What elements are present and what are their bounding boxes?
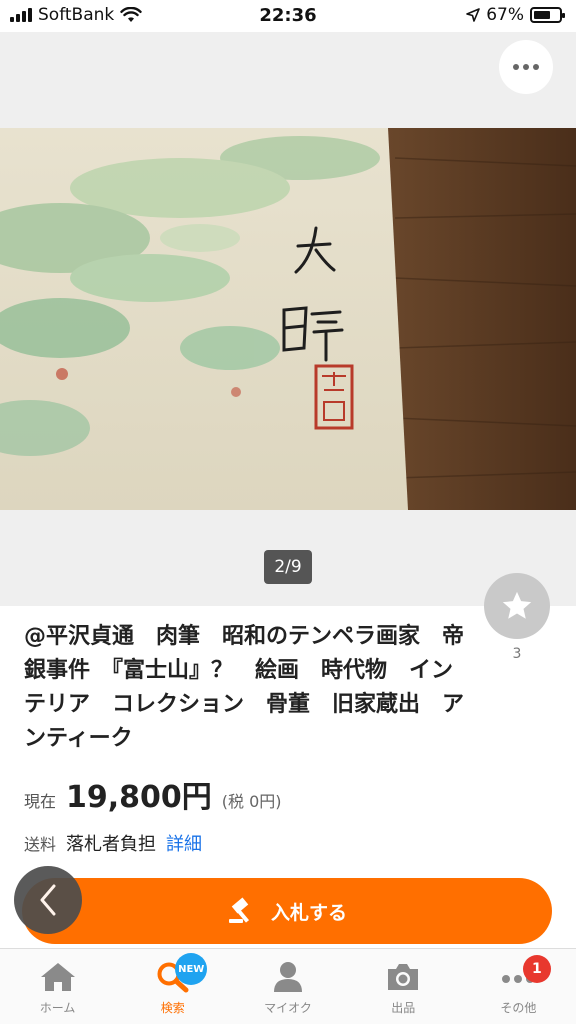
notification-badge: 1	[522, 955, 551, 983]
shipping-detail-link[interactable]: 詳細	[166, 830, 202, 856]
dot-icon	[533, 64, 539, 70]
tab-more[interactable]: その他 1	[461, 949, 576, 1024]
tab-label: 出品	[391, 1001, 416, 1015]
back-button[interactable]	[14, 866, 82, 934]
person-icon	[274, 962, 302, 992]
battery-icon	[530, 7, 565, 23]
price-label: 現在	[24, 792, 57, 811]
status-right: 67%	[466, 5, 565, 25]
bottom-tab-bar: ホーム 検索 NEW マイオク 出品 その他 1	[0, 948, 576, 1024]
price-row: 現在 19,800円 (税 0円)	[24, 772, 282, 816]
tab-home[interactable]: ホーム	[0, 949, 115, 1024]
star-icon	[502, 591, 532, 619]
chevron-left-icon	[40, 884, 56, 916]
tab-label: 検索	[160, 1001, 185, 1015]
battery-percent: 67%	[486, 5, 524, 25]
shipping-value: 落札者負担	[66, 834, 157, 855]
tab-search[interactable]: 検索 NEW	[115, 949, 230, 1024]
tax-amount: (税 0円)	[221, 792, 282, 811]
location-arrow-icon	[466, 8, 481, 22]
current-price: 19,800円	[66, 780, 212, 815]
more-options-button[interactable]	[499, 40, 553, 94]
watch-star-button[interactable]	[484, 573, 550, 639]
status-bar: SoftBank 22:36 67%	[0, 0, 576, 32]
new-badge: NEW	[175, 953, 208, 985]
watch-count: 3	[512, 646, 522, 662]
bid-button[interactable]: 入札する	[22, 878, 552, 944]
dot-icon	[513, 64, 519, 70]
item-photo[interactable]	[0, 128, 576, 510]
camera-icon	[388, 964, 419, 990]
tab-my-auction[interactable]: マイオク	[230, 949, 345, 1024]
image-gallery[interactable]: 2/9	[0, 32, 576, 606]
bid-button-label: 入札する	[270, 901, 347, 924]
shipping-label: 送料	[24, 835, 57, 854]
tab-label: その他	[500, 1001, 537, 1015]
dot-icon	[523, 64, 529, 70]
tab-label: ホーム	[39, 1001, 76, 1015]
gavel-icon	[228, 897, 250, 923]
page-indicator: 2/9	[264, 550, 312, 584]
home-icon	[40, 963, 75, 991]
tab-label: マイオク	[264, 1001, 312, 1015]
item-title: @平沢貞通 肉筆 昭和のテンペラ画家 帝銀事件 『富士山』？ 絵画 時代物 イン…	[24, 624, 465, 751]
shipping-row: 送料 落札者負担 詳細	[24, 830, 202, 856]
tab-sell[interactable]: 出品	[346, 949, 461, 1024]
